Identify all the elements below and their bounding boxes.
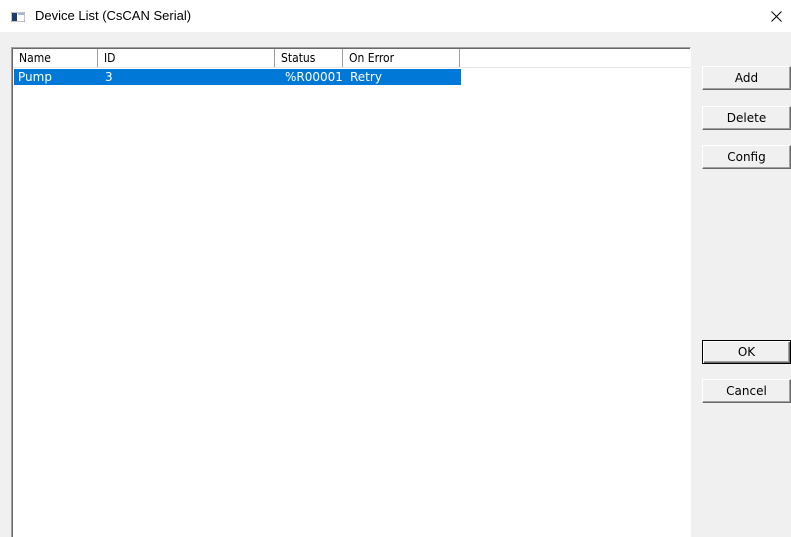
- dialog-client-area: Name ID Status On Error Pump 3 %R00001 R…: [0, 32, 791, 537]
- cell-status: %R00001: [285, 70, 343, 84]
- delete-button[interactable]: Delete: [702, 106, 791, 130]
- close-button[interactable]: [762, 0, 791, 32]
- column-header-on-error[interactable]: On Error: [343, 49, 460, 67]
- close-icon: [771, 10, 782, 22]
- column-header-name[interactable]: Name: [13, 49, 98, 67]
- window-app-icon: [11, 12, 25, 22]
- table-row[interactable]: Pump 3 %R00001 Retry: [14, 69, 461, 85]
- cell-name: Pump: [18, 70, 52, 84]
- cell-id: 3: [105, 70, 113, 84]
- cell-on-error: Retry: [350, 70, 382, 84]
- add-button[interactable]: Add: [702, 66, 791, 90]
- list-header: Name ID Status On Error: [13, 49, 690, 68]
- config-button[interactable]: Config: [702, 145, 791, 169]
- cancel-button[interactable]: Cancel: [702, 379, 791, 403]
- title-bar: Device List (CsCAN Serial): [0, 0, 791, 32]
- device-list[interactable]: Name ID Status On Error Pump 3 %R00001 R…: [11, 47, 691, 537]
- column-header-id[interactable]: ID: [98, 49, 275, 67]
- column-header-status[interactable]: Status: [275, 49, 343, 67]
- window-title: Device List (CsCAN Serial): [35, 8, 192, 23]
- ok-button[interactable]: OK: [702, 340, 791, 364]
